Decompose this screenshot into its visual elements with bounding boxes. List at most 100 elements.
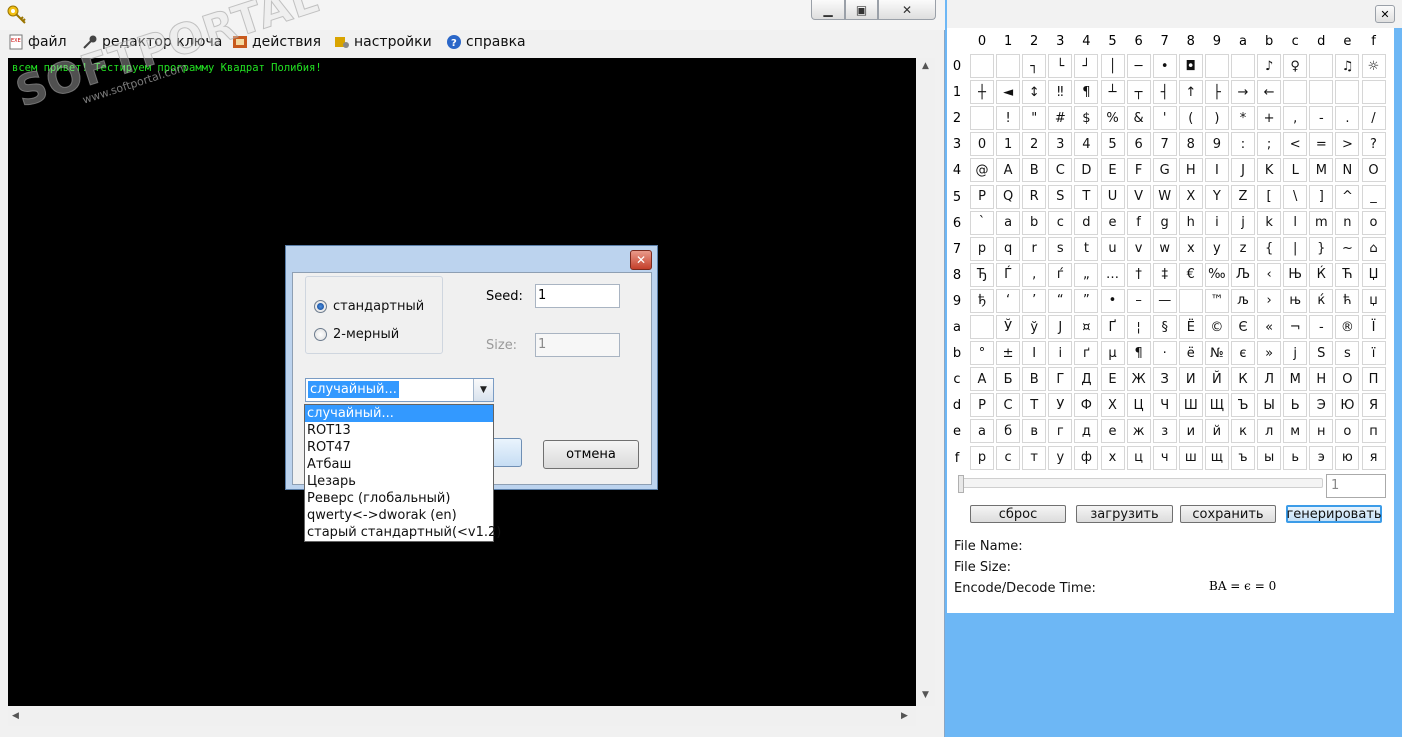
dropdown-option[interactable]: случайный...	[305, 405, 493, 422]
char-cell[interactable]: р	[970, 445, 994, 470]
char-cell[interactable]: Љ	[1231, 262, 1255, 287]
char-cell[interactable]: {	[1257, 236, 1282, 261]
char-cell[interactable]: Я	[1361, 393, 1386, 418]
char-cell[interactable]: ·	[1152, 341, 1177, 366]
char-cell[interactable]: ┬	[1126, 80, 1151, 105]
char-cell[interactable]	[970, 106, 994, 131]
char-cell[interactable]: 4	[1074, 132, 1099, 157]
char-cell[interactable]: ↑	[1178, 80, 1203, 105]
char-cell[interactable]: Ё	[1178, 315, 1203, 339]
reset-button[interactable]: сброс	[970, 505, 1066, 523]
char-cell[interactable]: h	[1178, 210, 1203, 235]
char-cell[interactable]: F	[1126, 158, 1151, 183]
char-cell[interactable]: ┼	[970, 80, 994, 105]
save-button[interactable]: сохранить	[1180, 505, 1276, 523]
char-cell[interactable]: ‰	[1204, 262, 1229, 287]
char-cell[interactable]: Є	[1231, 315, 1255, 339]
dialog-close-button[interactable]: ✕	[630, 250, 652, 270]
char-cell[interactable]: Л	[1257, 367, 1282, 392]
char-cell[interactable]: D	[1074, 158, 1099, 183]
char-cell[interactable]: и	[1178, 419, 1203, 444]
char-cell[interactable]: –	[1126, 288, 1151, 313]
char-cell[interactable]: х	[1100, 445, 1125, 470]
char-cell[interactable]: ?	[1361, 132, 1386, 157]
char-cell[interactable]	[1178, 288, 1203, 313]
char-cell[interactable]: ¤	[1074, 315, 1099, 339]
radio-2d[interactable]: 2-мерный	[314, 327, 399, 342]
char-cell[interactable]: i	[1204, 210, 1229, 235]
char-cell[interactable]: ц	[1126, 445, 1151, 470]
char-cell[interactable]: '	[1152, 106, 1177, 131]
char-cell[interactable]: ъ	[1231, 445, 1255, 470]
char-cell[interactable]: W	[1152, 184, 1177, 209]
dropdown-option[interactable]: Реверс (глобальный)	[305, 490, 493, 507]
dropdown-option[interactable]: ROT13	[305, 422, 493, 439]
char-cell[interactable]: т	[1022, 445, 1047, 470]
char-cell[interactable]: є	[1231, 341, 1255, 366]
char-cell[interactable]: A	[996, 158, 1021, 183]
char-cell[interactable]: I	[1204, 158, 1229, 183]
char-cell[interactable]: G	[1152, 158, 1177, 183]
generate-button[interactable]: генерировать	[1286, 505, 1382, 523]
char-cell[interactable]: Ј	[1048, 315, 1073, 339]
char-cell[interactable]: й	[1204, 419, 1229, 444]
char-cell[interactable]: 1	[996, 132, 1021, 157]
char-cell[interactable]: 6	[1126, 132, 1151, 157]
minimize-button[interactable]: ▁	[811, 0, 845, 20]
vertical-scrollbar[interactable]: ▲ ▼	[917, 58, 935, 706]
char-cell[interactable]: ®	[1335, 315, 1360, 339]
char-cell[interactable]: L	[1283, 158, 1308, 183]
char-cell[interactable]: ч	[1152, 445, 1177, 470]
char-cell[interactable]: ,	[1283, 106, 1308, 131]
char-cell[interactable]: Џ	[1361, 262, 1386, 287]
char-cell[interactable]: ◘	[1178, 54, 1203, 78]
char-cell[interactable]: §	[1152, 315, 1177, 339]
char-cell[interactable]: 0	[970, 132, 994, 157]
char-cell[interactable]: E	[1100, 158, 1125, 183]
char-cell[interactable]: ┤	[1152, 80, 1177, 105]
char-cell[interactable]: А	[970, 367, 994, 392]
char-cell[interactable]: ґ	[1074, 341, 1099, 366]
char-cell[interactable]: j	[1231, 210, 1255, 235]
char-cell[interactable]: Ч	[1152, 393, 1177, 418]
char-cell[interactable]: P	[970, 184, 994, 209]
char-cell[interactable]: а	[970, 419, 994, 444]
char-cell[interactable]: ┘	[1074, 54, 1099, 78]
char-cell[interactable]: Ш	[1178, 393, 1203, 418]
char-cell[interactable]: Q	[996, 184, 1021, 209]
char-cell[interactable]: Њ	[1283, 262, 1308, 287]
char-cell[interactable]: 8	[1178, 132, 1203, 157]
char-cell[interactable]: R	[1022, 184, 1047, 209]
menu-file[interactable]: EXE файл	[8, 34, 67, 50]
char-cell[interactable]: @	[970, 158, 994, 183]
char-cell[interactable]: ☼	[1361, 54, 1386, 78]
char-cell[interactable]: _	[1361, 184, 1386, 209]
char-cell[interactable]: њ	[1283, 288, 1308, 313]
char-cell[interactable]: $	[1074, 106, 1099, 131]
char-cell[interactable]: Э	[1309, 393, 1334, 418]
char-cell[interactable]	[970, 54, 994, 78]
char-cell[interactable]: ’	[1022, 288, 1047, 313]
char-cell[interactable]: !	[996, 106, 1021, 131]
char-cell[interactable]: ™	[1204, 288, 1229, 313]
char-cell[interactable]: •	[1152, 54, 1177, 78]
char-cell[interactable]: w	[1152, 236, 1177, 261]
char-cell[interactable]: №	[1204, 341, 1229, 366]
char-cell[interactable]: U	[1100, 184, 1125, 209]
char-cell[interactable]: C	[1048, 158, 1073, 183]
char-cell[interactable]: о	[1335, 419, 1360, 444]
char-cell[interactable]: »	[1257, 341, 1282, 366]
char-cell[interactable]: "	[1022, 106, 1047, 131]
maximize-button[interactable]: ▣	[845, 0, 878, 20]
char-cell[interactable]: с	[996, 445, 1021, 470]
char-cell[interactable]: н	[1309, 419, 1334, 444]
char-cell[interactable]: m	[1309, 210, 1334, 235]
char-cell[interactable]: ‡	[1152, 262, 1177, 287]
char-cell[interactable]: ј	[1283, 341, 1308, 366]
char-cell[interactable]: ┐	[1022, 54, 1047, 78]
dropdown-option[interactable]: старый стандартный(<v1.2)	[305, 524, 501, 541]
char-cell[interactable]: ‘	[996, 288, 1021, 313]
char-cell[interactable]: B	[1022, 158, 1047, 183]
char-cell[interactable]: В	[1022, 367, 1047, 392]
char-cell[interactable]: #	[1048, 106, 1073, 131]
